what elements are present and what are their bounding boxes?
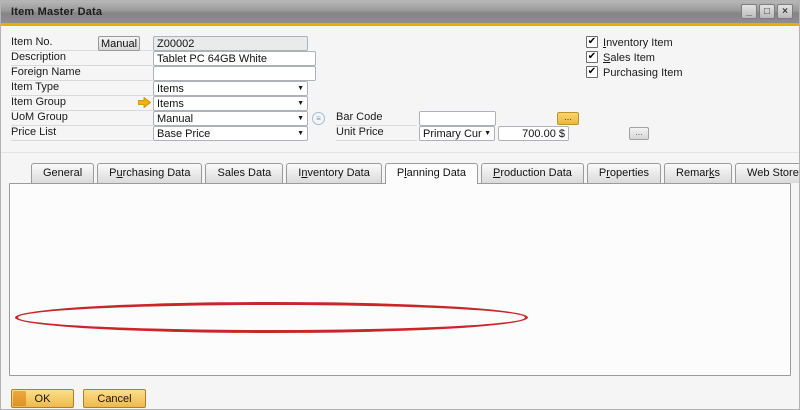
chevron-down-icon: ▼ [297, 100, 304, 107]
bar-code-browse-button[interactable]: ... [557, 112, 579, 125]
planning-data-panel [9, 183, 791, 376]
chevron-down-icon: ▼ [297, 130, 304, 137]
inventory-item-checkbox[interactable]: ✔ [586, 36, 598, 48]
item-type-label: Item Type [11, 81, 153, 96]
unit-price-input[interactable] [498, 126, 569, 141]
item-group-label: Item Group [11, 96, 153, 111]
chevron-down-icon: ▼ [297, 85, 304, 92]
tab-web-store[interactable]: Web Store [735, 163, 800, 183]
unit-price-label: Unit Price [336, 126, 417, 141]
item-type-dropdown[interactable]: Items ▼ [153, 81, 308, 96]
item-no-series-button[interactable]: Manual [98, 36, 140, 51]
price-list-value: Base Price [157, 128, 210, 140]
purchasing-item-label: Purchasing Item [603, 67, 682, 79]
purchasing-item-checkbox[interactable]: ✔ [586, 66, 598, 78]
item-type-value: Items [157, 83, 184, 95]
tab-general[interactable]: General [31, 163, 94, 183]
tab-production-data[interactable]: Production Data [481, 163, 584, 183]
tab-sales-data[interactable]: Sales Data [205, 163, 283, 183]
price-list-dropdown[interactable]: Base Price ▼ [153, 126, 308, 141]
sales-item-checkbox[interactable]: ✔ [586, 51, 598, 63]
unit-price-browse-button[interactable]: ... [629, 127, 649, 140]
unit-price-currency-value: Primary Curr [423, 128, 482, 140]
bar-code-input[interactable] [419, 111, 496, 126]
minimize-icon[interactable]: _ [741, 4, 757, 19]
uom-group-value: Manual [157, 113, 193, 125]
foreign-name-label: Foreign Name [11, 66, 153, 81]
tab-properties[interactable]: Properties [587, 163, 661, 183]
link-arrow-icon[interactable] [138, 97, 151, 111]
item-group-value: Items [157, 98, 184, 110]
price-list-label: Price List [11, 126, 153, 141]
ok-button-accent [13, 391, 26, 406]
tab-planning-data[interactable]: Planning Data [385, 163, 478, 184]
sales-item-label: Sales Item [603, 52, 655, 64]
item-master-data-window: Item Master Data _ □ × Item No. Manual D… [0, 0, 800, 410]
item-group-dropdown[interactable]: Items ▼ [153, 96, 308, 111]
header-separator [1, 152, 800, 153]
accent-bar [1, 23, 800, 26]
uom-group-label: UoM Group [11, 111, 153, 126]
item-no-input[interactable] [153, 36, 308, 51]
chevron-down-icon: ▼ [484, 130, 491, 137]
tab-purchasing-data[interactable]: Purchasing Data [97, 163, 202, 183]
description-label: Description [11, 51, 153, 66]
tab-strip: General Purchasing Data Sales Data Inven… [31, 163, 800, 183]
cancel-button[interactable]: Cancel [83, 389, 146, 408]
maximize-icon[interactable]: □ [759, 4, 775, 19]
unit-price-currency-dropdown[interactable]: Primary Curr ▼ [419, 126, 495, 141]
ok-button[interactable]: OK [11, 389, 74, 408]
chevron-down-icon: ▼ [297, 115, 304, 122]
inventory-item-label: Inventory Item [603, 37, 673, 49]
tab-remarks[interactable]: Remarks [664, 163, 732, 183]
tab-inventory-data[interactable]: Inventory Data [286, 163, 382, 183]
description-input[interactable] [153, 51, 316, 66]
foreign-name-input[interactable] [153, 66, 316, 81]
window-title: Item Master Data [11, 6, 102, 18]
uom-list-icon[interactable]: ≡ [312, 112, 325, 125]
bar-code-label: Bar Code [336, 111, 417, 126]
title-bar: Item Master Data [1, 1, 800, 23]
uom-group-dropdown[interactable]: Manual ▼ [153, 111, 308, 126]
close-icon[interactable]: × [777, 4, 793, 19]
